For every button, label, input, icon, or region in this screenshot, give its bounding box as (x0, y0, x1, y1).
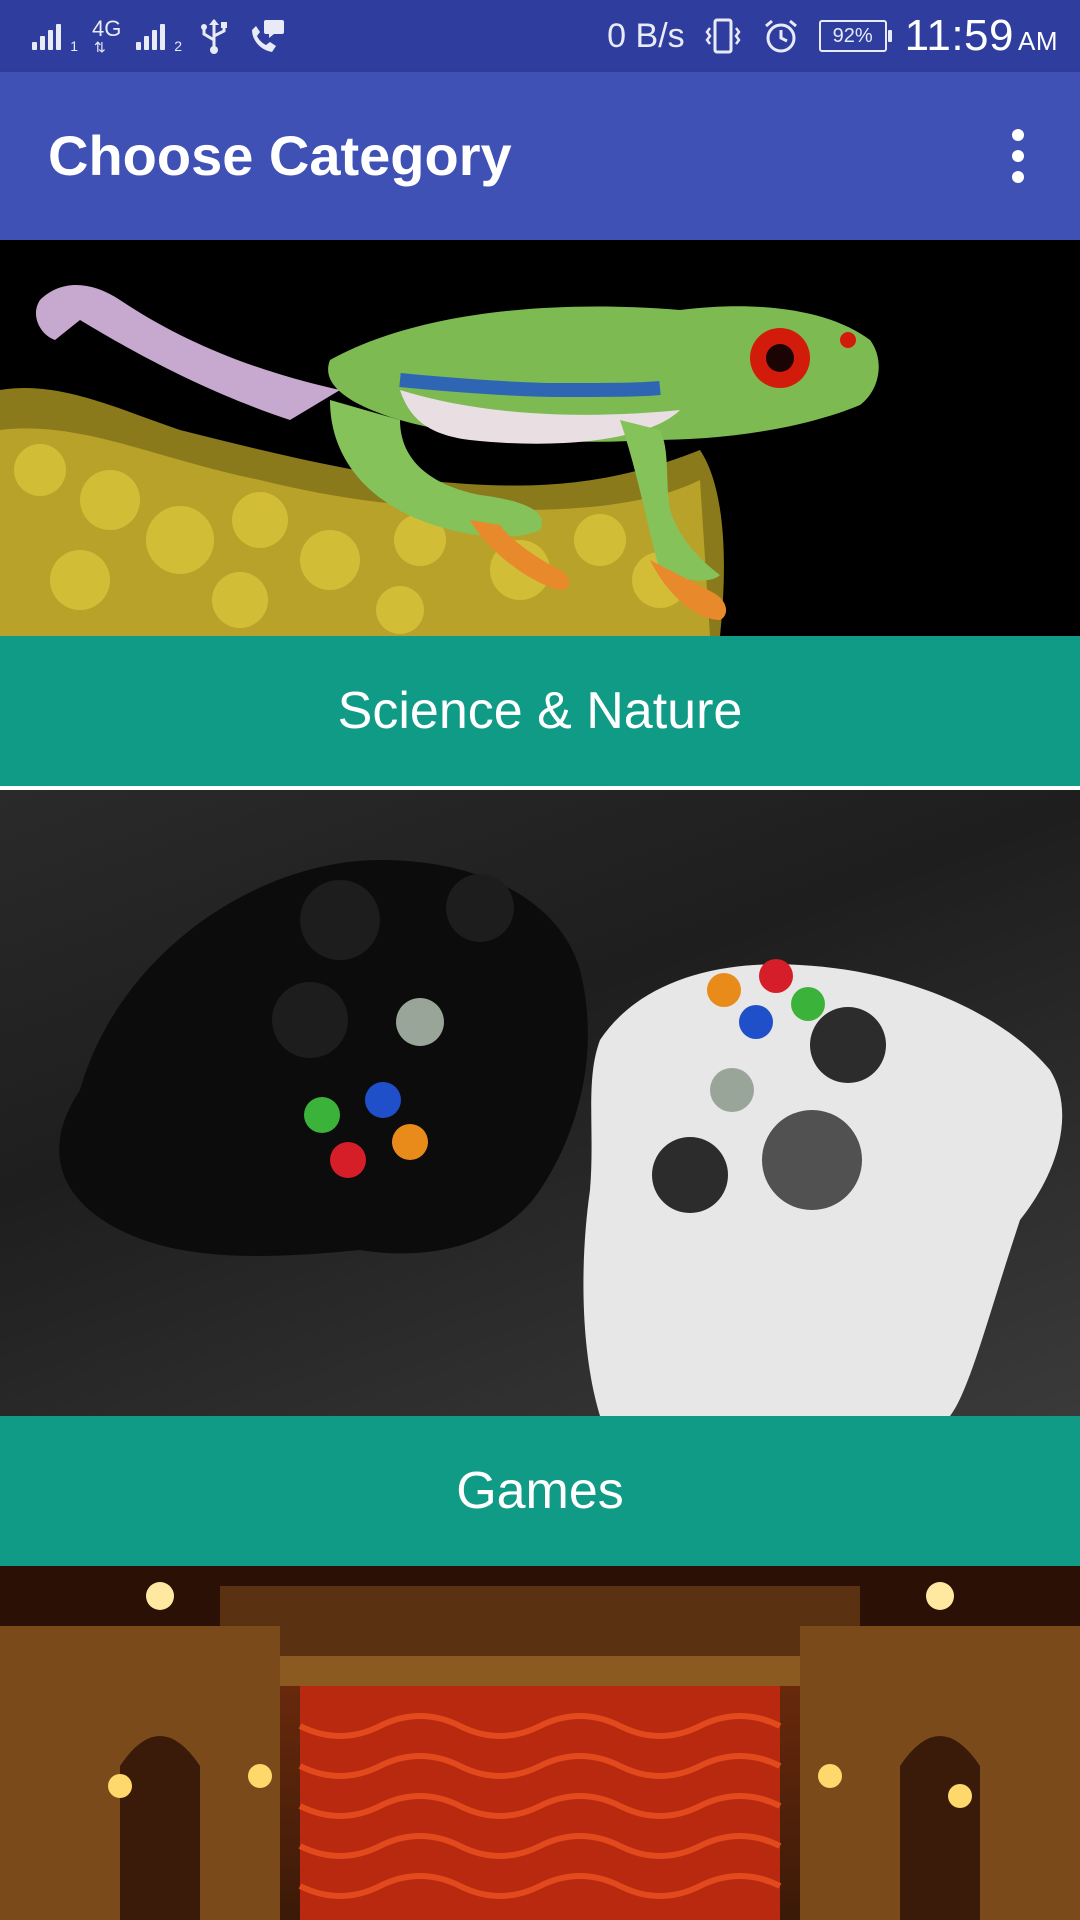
status-left: 1 4G ⇅ 2 (32, 0, 286, 72)
category-label-science-nature: Science & Nature (0, 636, 1080, 786)
status-bar: 1 4G ⇅ 2 0 B/s 92% 11:59 AM (0, 0, 1080, 72)
sim1-index: 1 (70, 38, 78, 54)
sim2-signal-icon: 2 (136, 18, 182, 54)
vibrate-icon (705, 18, 741, 54)
network-speed: 0 B/s (607, 16, 685, 55)
games-image (0, 790, 1080, 1416)
call-message-icon (252, 20, 284, 52)
category-card-theater[interactable] (0, 1566, 1080, 1920)
alarm-icon (764, 19, 797, 53)
theater-image (0, 1566, 1080, 1920)
mobile-data-icon: 4G ⇅ (92, 16, 122, 55)
overflow-menu-button[interactable] (982, 120, 1054, 192)
sim1-signal-icon: 1 (32, 18, 78, 54)
science-nature-image (0, 240, 1080, 636)
app-bar: Choose Category (0, 72, 1080, 240)
page-title: Choose Category (48, 124, 512, 187)
category-label-games: Games (0, 1416, 1080, 1566)
clock-time: 11:59 (904, 11, 1014, 60)
battery-level: 92% (832, 24, 873, 47)
more-vert-icon (1012, 129, 1024, 141)
category-list[interactable]: Science & Nature Games (0, 240, 1080, 1920)
clock: 11:59 AM (905, 11, 1058, 61)
battery-icon: 92% (818, 20, 892, 52)
usb-icon (201, 19, 227, 54)
category-card-science-nature[interactable]: Science & Nature (0, 240, 1080, 788)
status-right: 0 B/s 92% 11:59 AM (607, 0, 1058, 72)
clock-ampm: AM (1018, 26, 1058, 56)
sim2-index: 2 (174, 38, 182, 54)
category-card-games[interactable]: Games (0, 790, 1080, 1566)
